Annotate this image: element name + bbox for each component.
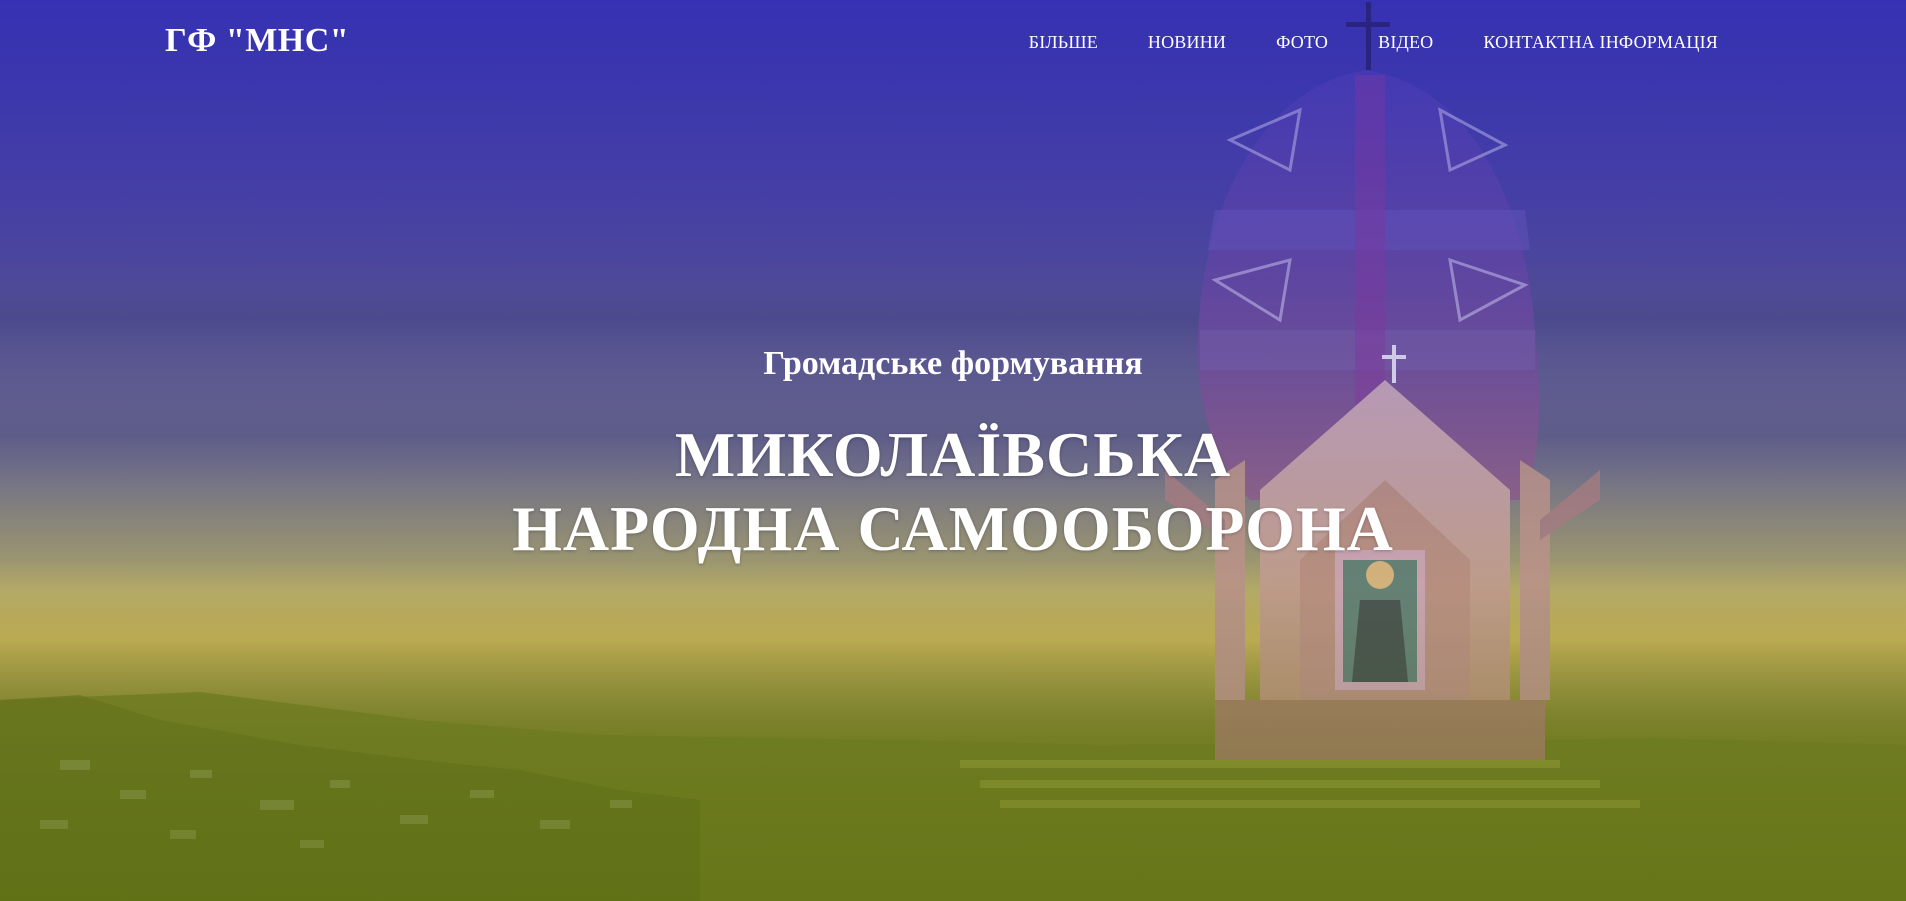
hero-subtitle: Громадське формування [763, 345, 1143, 382]
nav-link-photo[interactable]: ФОТО [1276, 32, 1328, 52]
nav-item: БІЛЬШЕ [1029, 32, 1098, 53]
hero-text-block: Громадське формування МИКОЛАЇВСЬКА НАРОД… [0, 336, 1906, 566]
nav-link-contacts[interactable]: КОНТАКТНА ІНФОРМАЦІЯ [1483, 32, 1718, 52]
hero-title: МИКОЛАЇВСЬКА НАРОДНА САМООБОРОНА [512, 419, 1394, 564]
nav-item: КОНТАКТНА ІНФОРМАЦІЯ [1483, 32, 1718, 53]
nav-link-news[interactable]: НОВИНИ [1148, 32, 1226, 52]
nav-item: ВІДЕО [1378, 32, 1433, 53]
top-navbar: ГФ "МНС" БІЛЬШЕ НОВИНИ ФОТО ВІДЕО КОНТАК… [0, 0, 1906, 86]
nav-menu: БІЛЬШЕ НОВИНИ ФОТО ВІДЕО КОНТАКТНА ІНФОР… [979, 32, 1718, 53]
nav-link-more[interactable]: БІЛЬШЕ [1029, 32, 1098, 52]
hero-section: ГФ "МНС" БІЛЬШЕ НОВИНИ ФОТО ВІДЕО КОНТАК… [0, 0, 1906, 901]
brand-logo-link[interactable]: ГФ "МНС" [165, 22, 349, 60]
nav-item: НОВИНИ [1148, 32, 1226, 53]
nav-item: ФОТО [1276, 32, 1328, 53]
nav-link-video[interactable]: ВІДЕО [1378, 32, 1433, 52]
